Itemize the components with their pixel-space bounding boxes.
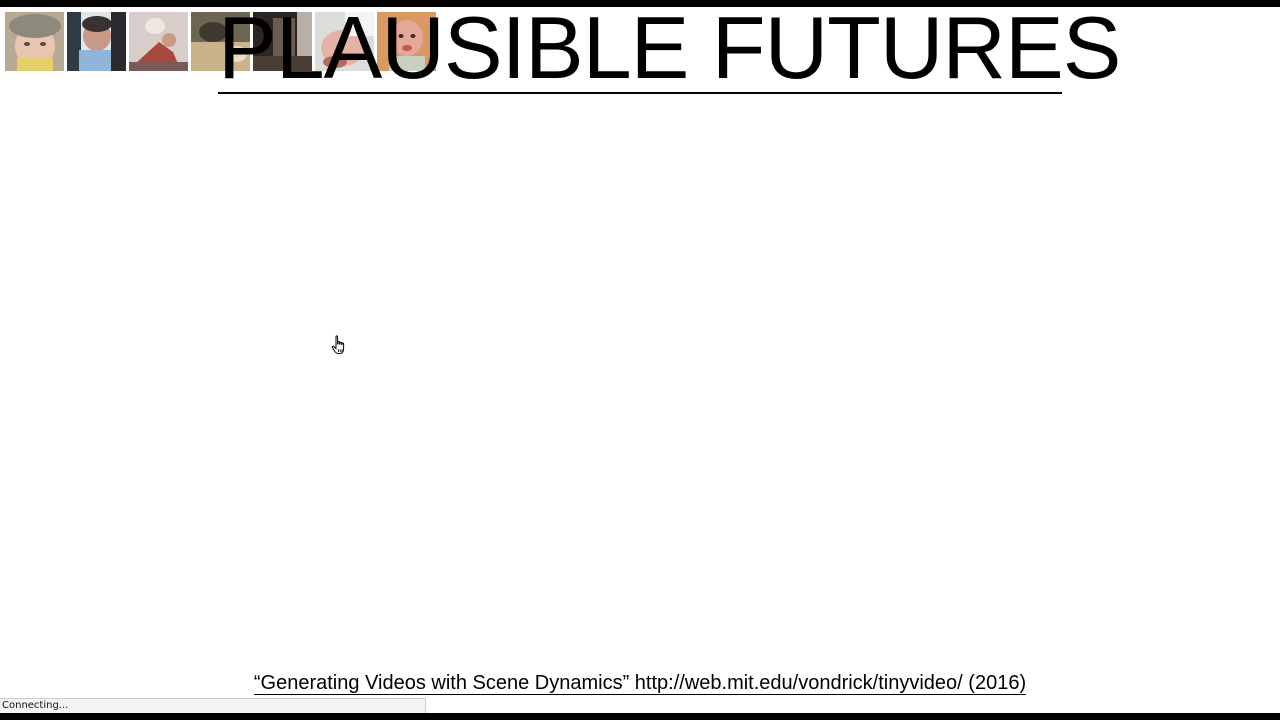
- hand-pointer-icon: [331, 335, 347, 355]
- page-title: PLAUSIBLE FUTURES: [218, 0, 1121, 97]
- toddler-thumbnail[interactable]: [67, 12, 126, 71]
- baby-face-thumbnail[interactable]: [5, 12, 64, 71]
- sleeping-child-thumbnail[interactable]: [129, 12, 188, 71]
- browser-status-bar: Connecting...: [0, 698, 426, 713]
- bottom-frame-bar: [0, 713, 1280, 720]
- video-caption: “Generating Videos with Scene Dynamics” …: [0, 670, 1280, 696]
- presentation-frame: PLAUSIBLE FUTURES “Generating Videos wit…: [0, 0, 1280, 720]
- caption-link[interactable]: “Generating Videos with Scene Dynamics” …: [253, 672, 1027, 695]
